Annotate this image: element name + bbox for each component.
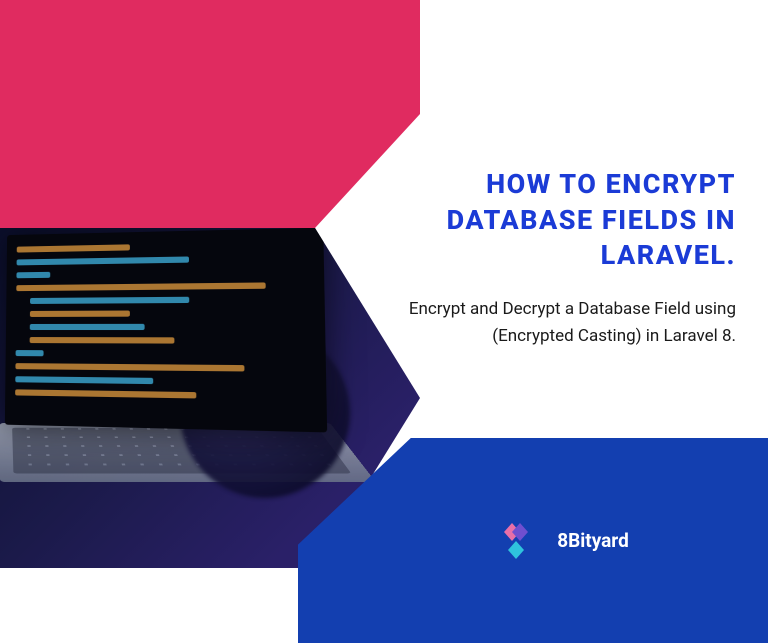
code-line bbox=[30, 297, 189, 304]
page-title: HOW TO ENCRYPT DATABASE FIELDS IN LARAVE… bbox=[406, 167, 736, 274]
page-subtitle: Encrypt and Decrypt a Database Field usi… bbox=[406, 296, 736, 350]
code-line bbox=[16, 282, 265, 291]
brand: 8Bityard bbox=[497, 523, 629, 559]
code-line bbox=[30, 311, 130, 317]
brand-name: 8Bityard bbox=[557, 529, 629, 552]
code-line bbox=[17, 256, 189, 265]
code-line bbox=[17, 244, 130, 252]
code-line bbox=[15, 363, 244, 371]
code-line bbox=[16, 272, 49, 278]
code-line bbox=[15, 376, 153, 384]
laptop-screen bbox=[5, 228, 327, 432]
brand-logo-icon bbox=[497, 523, 541, 559]
code-line bbox=[30, 337, 175, 344]
code-line bbox=[30, 324, 145, 330]
headline-block: HOW TO ENCRYPT DATABASE FIELDS IN LARAVE… bbox=[406, 167, 736, 350]
promo-card: HOW TO ENCRYPT DATABASE FIELDS IN LARAVE… bbox=[0, 0, 768, 643]
code-line bbox=[15, 389, 196, 398]
code-line bbox=[16, 350, 44, 356]
shape-red-triangle bbox=[0, 0, 420, 228]
